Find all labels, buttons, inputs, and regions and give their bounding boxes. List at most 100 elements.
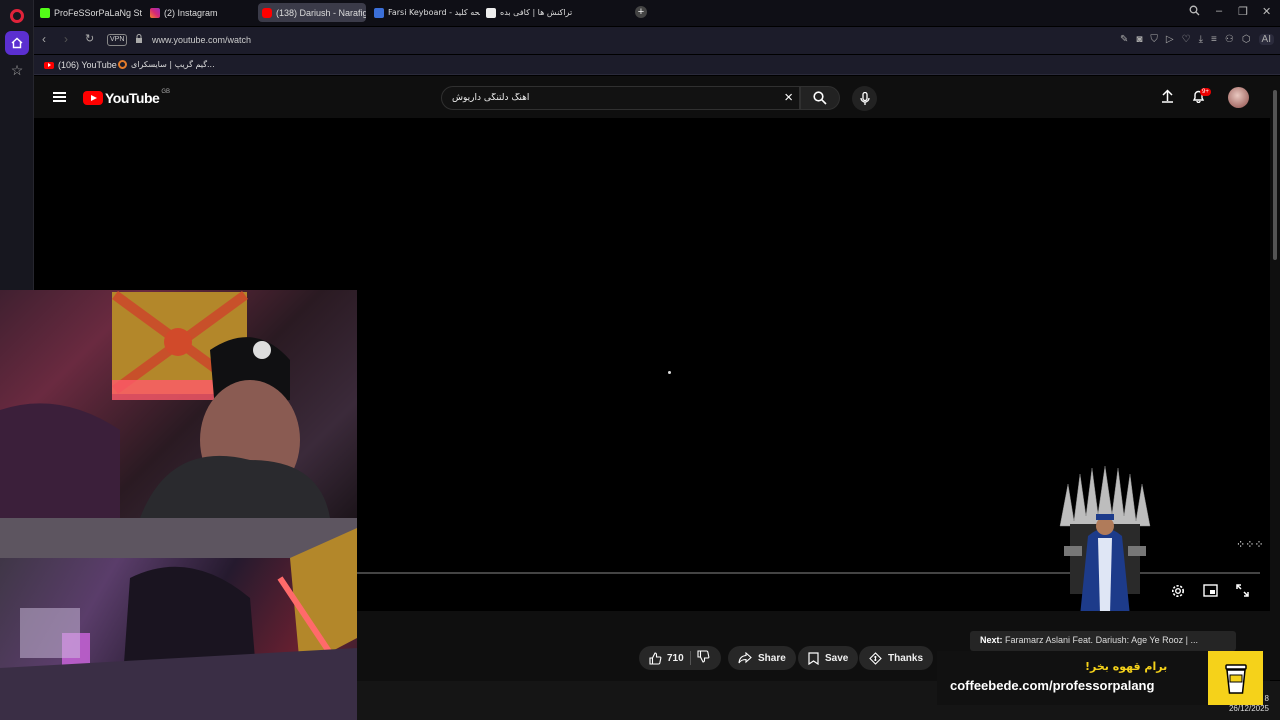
like-count: 710 bbox=[667, 652, 684, 664]
fullscreen-icon[interactable] bbox=[1236, 584, 1249, 600]
save-button[interactable]: Save bbox=[798, 646, 859, 670]
clock-date: 26/12/2025 bbox=[1228, 704, 1269, 713]
upload-icon[interactable] bbox=[1161, 89, 1174, 106]
plus-icon: + bbox=[637, 6, 645, 18]
back-icon[interactable]: ‹ bbox=[42, 32, 46, 46]
gamegrip-icon bbox=[118, 60, 127, 69]
bookmark-gamegrip[interactable]: گیم گریپ | سایسکرای... bbox=[118, 60, 215, 69]
share-button[interactable]: Share bbox=[728, 646, 796, 670]
scrollbar-thumb[interactable] bbox=[1273, 90, 1277, 260]
menu-icon[interactable]: ≡ bbox=[1211, 34, 1217, 45]
heart-icon[interactable]: ♡ bbox=[1182, 34, 1191, 45]
thumbs-down-icon bbox=[697, 650, 710, 663]
address-bar: ‹ › ↻ VPN www.youtube.com/watch ✎ ◙ ⛉ ▷ … bbox=[34, 27, 1280, 54]
settings-gear-icon[interactable] bbox=[1171, 584, 1185, 601]
tab-kick[interactable]: ProFeSSorPaLaNg Stream bbox=[36, 3, 142, 22]
clear-search-icon[interactable]: × bbox=[784, 90, 793, 106]
keyboard-icon bbox=[374, 7, 384, 18]
screen: ☆ ProFeSSorPaLaNg Stream (2) Instagram (… bbox=[0, 0, 1280, 720]
youtube-icon bbox=[44, 61, 54, 69]
youtube-wordmark: YouTube bbox=[105, 90, 160, 106]
bookmark-youtube[interactable]: (106) YouTube bbox=[44, 60, 117, 70]
voice-search-button[interactable] bbox=[852, 86, 877, 111]
share-label: Share bbox=[758, 652, 786, 664]
shield-icon[interactable]: ⛉ bbox=[1150, 34, 1158, 45]
opera-logo-icon bbox=[10, 9, 24, 23]
tab-label: (138) Dariush - Narafigh | bbox=[276, 7, 366, 18]
save-label: Save bbox=[825, 652, 849, 664]
guide-menu-icon[interactable] bbox=[53, 92, 66, 102]
star-icon: ☆ bbox=[10, 61, 24, 78]
camera-icon[interactable]: ◙ bbox=[1136, 34, 1142, 45]
thanks-button[interactable]: Thanks bbox=[859, 646, 934, 670]
throne-overlay-image bbox=[1052, 466, 1158, 626]
coffee-cup-box bbox=[1208, 651, 1263, 705]
home-button[interactable] bbox=[5, 31, 29, 55]
thanks-dollar-icon bbox=[869, 651, 882, 665]
divider bbox=[689, 651, 691, 665]
donation-persian-text: برام قهوه بخر! bbox=[1085, 660, 1168, 673]
tab-coffeebede[interactable]: تراکنش ها | کافی بده bbox=[482, 3, 592, 22]
coffee-icon bbox=[486, 7, 496, 18]
loading-spinner bbox=[668, 371, 671, 374]
kick-icon bbox=[40, 7, 50, 18]
next-video-title: Faramarz Aslani Feat. Dariush: Age Ye Ro… bbox=[1005, 635, 1198, 645]
share-icon bbox=[738, 652, 752, 664]
tab-bar: ProFeSSorPaLaNg Stream (2) Instagram (13… bbox=[34, 0, 1280, 26]
search-icon bbox=[813, 91, 827, 105]
coffee-cup-icon bbox=[1224, 664, 1247, 694]
youtube-icon bbox=[262, 7, 272, 18]
url-field[interactable]: www.youtube.com/watch bbox=[152, 35, 251, 45]
vpn-badge[interactable]: VPN bbox=[107, 34, 128, 46]
favorites-button[interactable]: ☆ bbox=[5, 58, 29, 82]
thanks-label: Thanks bbox=[888, 652, 924, 664]
clock-time: 8 bbox=[1264, 694, 1269, 703]
search-tabs-icon[interactable] bbox=[1189, 5, 1200, 19]
ai-button[interactable]: AI bbox=[1258, 34, 1274, 45]
country-code: GB bbox=[161, 89, 170, 95]
miniplayer-icon[interactable] bbox=[1203, 584, 1218, 600]
search-box: × bbox=[441, 86, 800, 110]
avatar[interactable] bbox=[1228, 87, 1249, 108]
browser-sidebar: ☆ bbox=[0, 0, 34, 290]
bookmarks-bar: (106) YouTube گیم گریپ | سایسکرای... bbox=[34, 55, 1280, 75]
webcam-face-overlay bbox=[0, 290, 357, 518]
thumbs-up-icon bbox=[649, 651, 662, 665]
address-bar-tools: ✎ ◙ ⛉ ▷ ♡ ⤓ ≡ ⚇ ⬡ AI bbox=[1120, 34, 1274, 45]
cube-icon[interactable]: ⬡ bbox=[1242, 34, 1251, 45]
forward-icon[interactable]: › bbox=[64, 32, 68, 46]
page-scrollbar[interactable] bbox=[1270, 76, 1280, 680]
donation-banner: برام قهوه بخر! coffeebede.com/professorp… bbox=[937, 651, 1263, 705]
reload-icon[interactable]: ↻ bbox=[85, 32, 94, 45]
tab-label: ProFeSSorPaLaNg Stream bbox=[54, 7, 142, 18]
youtube-header: YouTube GB × 9+ bbox=[34, 76, 1270, 118]
close-icon[interactable]: ✕ bbox=[1262, 5, 1271, 18]
dislike-button[interactable] bbox=[697, 650, 710, 666]
play-icon[interactable]: ▷ bbox=[1166, 34, 1174, 45]
search-input[interactable] bbox=[442, 87, 762, 109]
like-dislike-group: 710 bbox=[639, 646, 721, 670]
tab-instagram[interactable]: (2) Instagram bbox=[146, 3, 251, 22]
tab-label: (2) Instagram bbox=[164, 7, 218, 18]
opera-menu-button[interactable] bbox=[5, 4, 29, 28]
like-button[interactable]: 710 bbox=[649, 651, 684, 665]
download-icon[interactable]: ⤓ bbox=[1199, 34, 1203, 45]
microphone-icon bbox=[859, 91, 870, 105]
account-icon[interactable]: ⚇ bbox=[1225, 34, 1234, 45]
search-button[interactable] bbox=[800, 86, 840, 110]
new-tab-button[interactable]: + bbox=[635, 6, 647, 18]
lock-icon[interactable] bbox=[135, 34, 143, 45]
tab-label: تراکنش ها | کافی بده bbox=[500, 8, 573, 17]
tab-label: Farsi Keyboard - صفحه کلید bbox=[388, 8, 480, 17]
maximize-icon[interactable]: ❐ bbox=[1238, 5, 1248, 18]
ambient-wave-icon: ⁘⁘⁘ bbox=[1236, 539, 1264, 551]
minimize-icon[interactable]: – bbox=[1216, 5, 1222, 17]
tab-youtube-active[interactable]: (138) Dariush - Narafigh | bbox=[258, 3, 366, 22]
bookmark-label: (106) YouTube bbox=[58, 60, 117, 70]
youtube-logo[interactable]: YouTube GB bbox=[83, 89, 170, 106]
home-icon bbox=[11, 37, 23, 49]
edit-icon[interactable]: ✎ bbox=[1120, 34, 1128, 45]
next-label: Next: bbox=[980, 635, 1003, 645]
tab-farsi-keyboard[interactable]: Farsi Keyboard - صفحه کلید bbox=[370, 3, 480, 22]
next-video-bar[interactable]: Next: Faramarz Aslani Feat. Dariush: Age… bbox=[970, 631, 1236, 651]
